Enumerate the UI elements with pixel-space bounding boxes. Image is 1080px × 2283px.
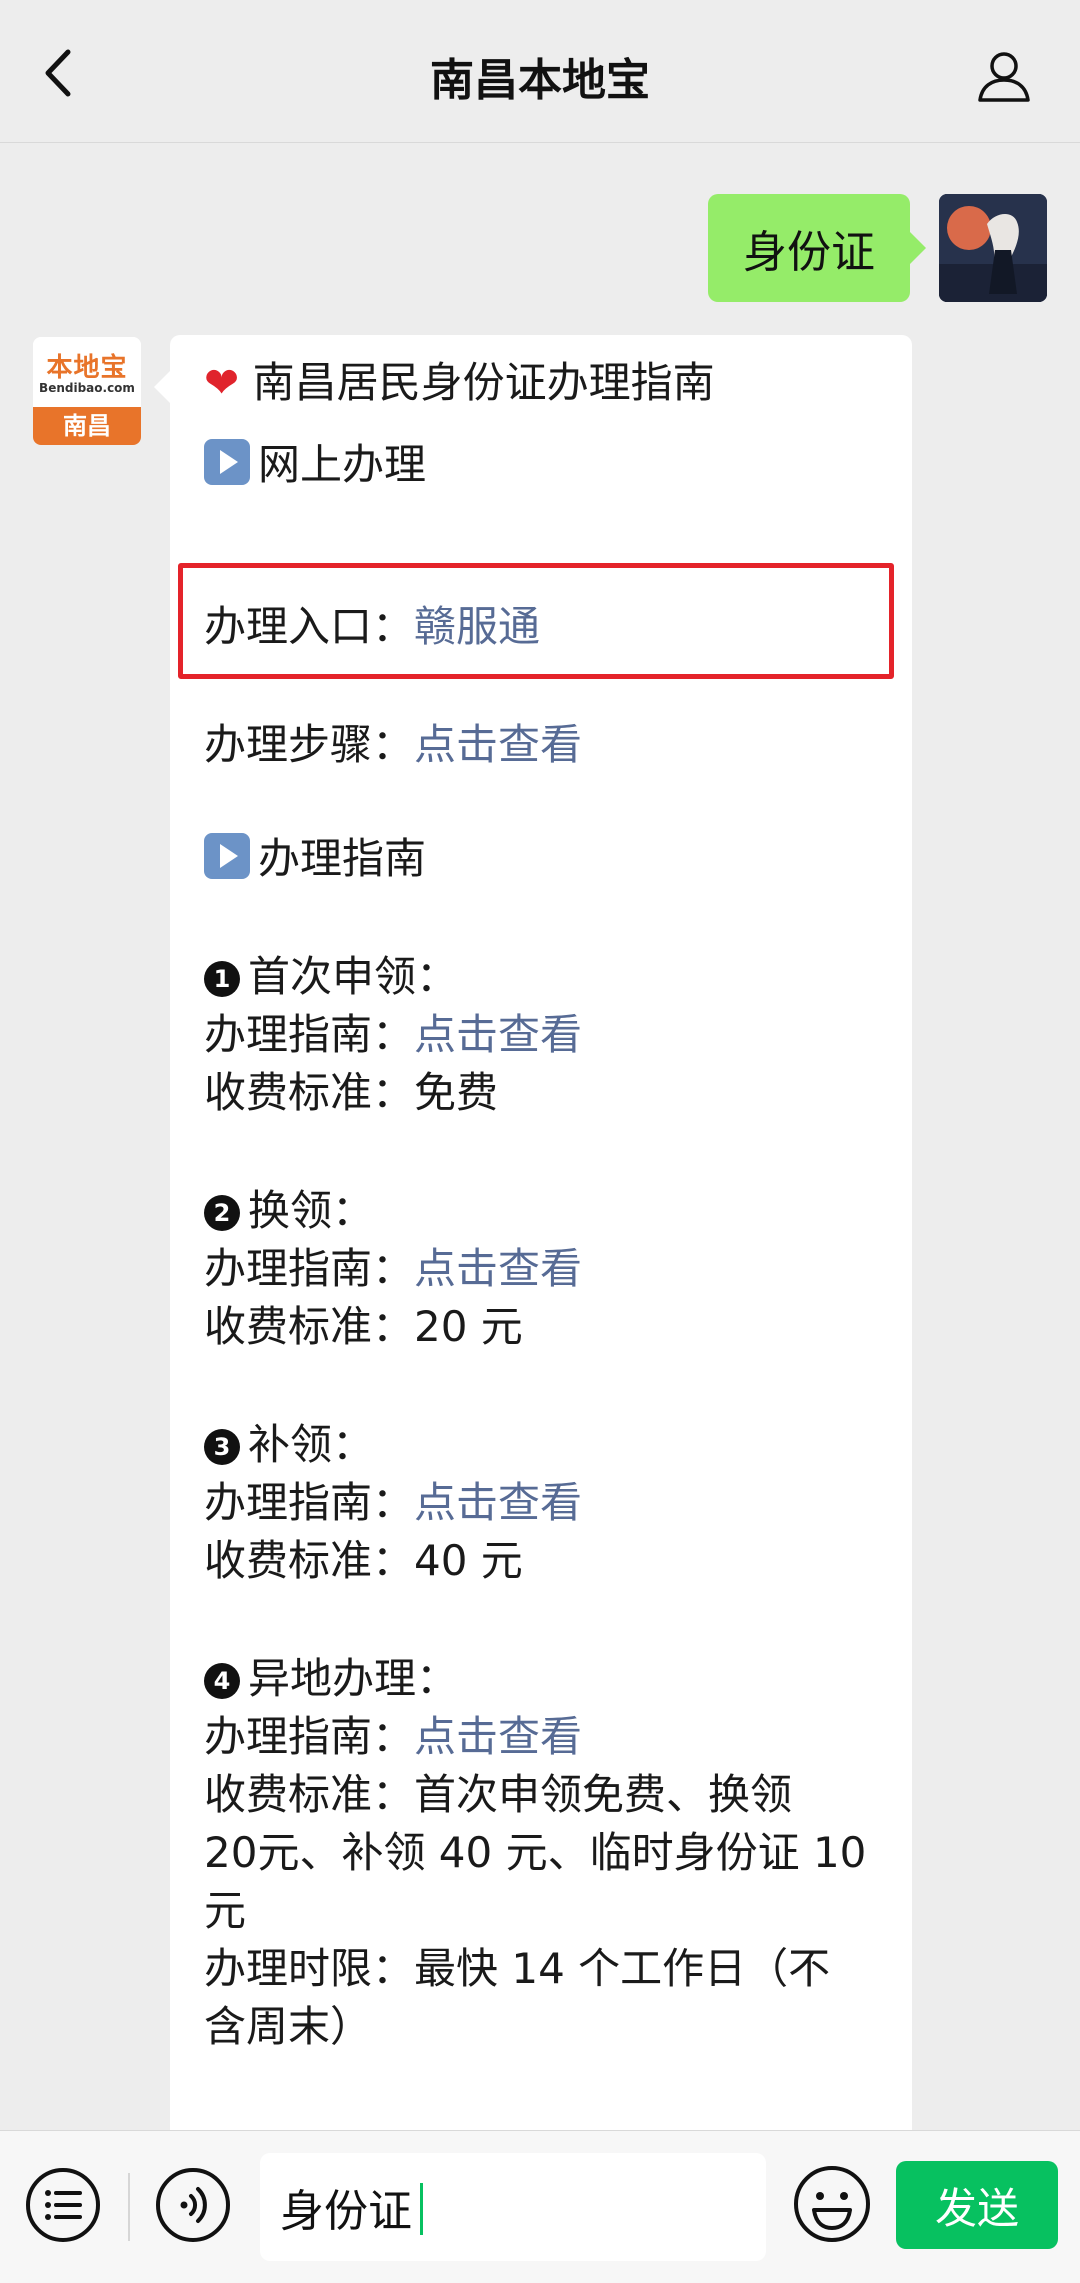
guide-link[interactable]: 点击查看 [414,1712,582,1761]
bot-avatar[interactable]: 本地宝 Bendibao.com 南昌 [33,337,141,445]
message-input[interactable] [260,2153,766,2261]
item-fee-row: 收费标准：40 元 [204,1536,523,1585]
item-guide-row: 办理指南：点击查看 [204,1712,583,1761]
item-fee-continued: 元 [204,1886,247,1935]
menu-list-icon[interactable] [24,2166,102,2244]
chat-header: 南昌本地宝 [0,0,1080,143]
bot-reply-bubble: ❤ 南昌居民身份证办理指南 网上办理 办理入口：赣服通 办理步骤：点击查看 办理… [154,335,912,2130]
user-message-bubble[interactable]: 身份证 [708,194,926,302]
guide-section-heading: 办理指南 [204,825,426,886]
number-badge: 2 [204,1195,240,1231]
item-time-row: 办理时限：最快 14 个工作日（不 [204,1944,831,1993]
online-section-heading: 网上办理 [204,431,426,492]
item-guide-row: 办理指南：点击查看 [204,1010,583,1059]
steps-link[interactable]: 点击查看 [414,720,582,769]
heart-icon: ❤ [204,358,240,407]
user-avatar-image [939,194,1047,302]
item-title: 3 补领： [204,1411,374,1472]
entry-link[interactable]: 赣服通 [414,602,540,651]
chat-title: 南昌本地宝 [430,55,650,106]
voice-icon[interactable] [154,2166,232,2244]
item-title: 1 首次申领： [204,943,458,1004]
steps-row: 办理步骤：点击查看 [204,720,583,769]
reply-title: ❤ 南昌居民身份证办理指南 [204,358,715,407]
item-fee-row: 收费标准：免费 [204,1068,499,1117]
number-badge: 4 [204,1663,240,1699]
message-list[interactable]: 身份证 本地宝 Bendibao.com 南昌 ❤ 南昌居民身份证办理指南 网上… [0,143,1080,2130]
item-guide-row: 办理指南：点击查看 [204,1478,583,1527]
play-icon [204,833,250,879]
item-fee-row: 收费标准：首次申领免费、换领 [204,1770,793,1819]
number-badge: 1 [204,961,240,997]
divider [128,2173,130,2241]
guide-link[interactable]: 点击查看 [414,1010,582,1059]
input-bar: 发送 [0,2130,1080,2283]
item-title: 2 换领： [204,1177,374,1238]
bot-avatar-logo: 本地宝 Bendibao.com [33,337,141,407]
bot-logo-domain: Bendibao.com [39,381,135,395]
text-cursor [420,2183,423,2235]
item-time-continued: 含周末） [204,2002,373,2051]
bot-avatar-city: 南昌 [33,407,141,445]
item-title: 4 异地办理： [204,1645,458,1706]
send-button[interactable]: 发送 [896,2161,1058,2249]
guide-link[interactable]: 点击查看 [414,1478,582,1527]
play-icon [204,439,250,485]
item-guide-row: 办理指南：点击查看 [204,1244,583,1293]
entry-row: 办理入口：赣服通 [204,602,541,651]
guide-link[interactable]: 点击查看 [414,1244,582,1293]
profile-icon[interactable] [976,48,1032,104]
user-avatar[interactable] [939,194,1047,302]
emoji-icon[interactable] [792,2164,872,2244]
item-fee-row: 收费标准：20 元 [204,1302,523,1351]
bot-logo-text: 本地宝 [46,353,128,383]
number-badge: 3 [204,1429,240,1465]
item-fee-continued: 20元、补领 40 元、临时身份证 10 [204,1828,867,1877]
user-message-text: 身份证 [743,227,875,278]
